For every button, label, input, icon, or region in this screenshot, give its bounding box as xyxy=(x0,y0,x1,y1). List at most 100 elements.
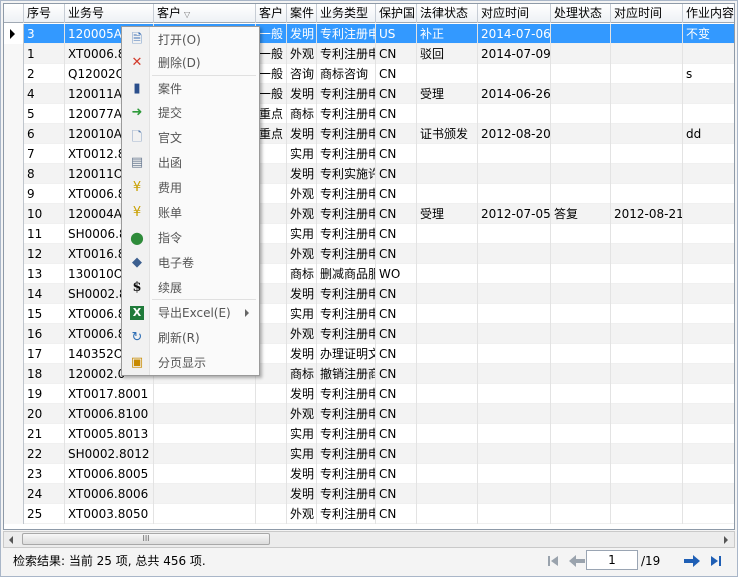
menu-item-case[interactable]: ▮ 案件 xyxy=(124,77,257,101)
cell-customer-level[interactable] xyxy=(256,344,287,364)
table-row[interactable]: 24 XT0006.8006 发明 专利注册申 CN xyxy=(4,484,734,504)
cell-case-type[interactable]: 发明 xyxy=(287,24,317,44)
cell-business-no[interactable]: XT0017.8001 xyxy=(65,384,154,404)
cell-customer-level[interactable] xyxy=(256,384,287,404)
cell-case-type[interactable]: 发明 xyxy=(287,124,317,144)
cell-seq[interactable]: 18 xyxy=(24,364,65,384)
cell-country[interactable]: CN xyxy=(376,204,417,224)
cell-legal-status[interactable] xyxy=(417,104,478,124)
cell-case-type[interactable]: 商标 xyxy=(287,264,317,284)
cell-case-type[interactable]: 外观 xyxy=(287,404,317,424)
cell-customer-level[interactable] xyxy=(256,364,287,384)
cell-seq[interactable]: 10 xyxy=(24,204,65,224)
cell-due-time[interactable] xyxy=(478,344,551,364)
cell-country[interactable]: CN xyxy=(376,124,417,144)
cell-legal-status[interactable] xyxy=(417,264,478,284)
scroll-right-button[interactable] xyxy=(718,532,734,547)
cell-business-type[interactable]: 撤销注册商 xyxy=(317,364,376,384)
cell-customer-level[interactable] xyxy=(256,144,287,164)
row-indicator[interactable] xyxy=(4,404,24,424)
row-indicator[interactable] xyxy=(4,44,24,64)
cell-seq[interactable]: 9 xyxy=(24,184,65,204)
cell-process-status[interactable] xyxy=(551,304,611,324)
cell-case-type[interactable]: 发明 xyxy=(287,484,317,504)
cell-seq[interactable]: 22 xyxy=(24,444,65,464)
cell-business-type[interactable]: 专利注册申 xyxy=(317,504,376,524)
table-row[interactable]: 12 XT0016.8 外观 专利注册申 CN xyxy=(4,244,734,264)
cell-legal-status[interactable] xyxy=(417,344,478,364)
cell-seq[interactable]: 15 xyxy=(24,304,65,324)
cell-business-no[interactable]: XT0003.8050 xyxy=(65,504,154,524)
cell-legal-status[interactable] xyxy=(417,424,478,444)
cell-seq[interactable]: 13 xyxy=(24,264,65,284)
cell-case-type[interactable]: 外观 xyxy=(287,324,317,344)
header-legal-status[interactable]: 法律状态 xyxy=(417,4,478,23)
table-row[interactable]: 1 XT0006.8 一般 外观 专利注册申 CN 驳回 2014-07-09 xyxy=(4,44,734,64)
row-indicator[interactable] xyxy=(4,384,24,404)
table-row[interactable]: 22 SH0002.8012 实用 专利注册申 CN xyxy=(4,444,734,464)
cell-due-time-2[interactable] xyxy=(611,384,683,404)
cell-due-time-2[interactable] xyxy=(611,504,683,524)
cell-process-status[interactable] xyxy=(551,284,611,304)
table-row[interactable]: 13 130010O 商标 删减商品服 WO xyxy=(4,264,734,284)
cell-work-content[interactable] xyxy=(683,304,734,324)
cell-customer-level[interactable] xyxy=(256,164,287,184)
cell-legal-status[interactable] xyxy=(417,504,478,524)
cell-case-type[interactable]: 发明 xyxy=(287,284,317,304)
cell-work-content[interactable] xyxy=(683,364,734,384)
cell-business-type[interactable]: 专利注册申 xyxy=(317,84,376,104)
cell-process-status[interactable] xyxy=(551,44,611,64)
cell-work-content[interactable] xyxy=(683,204,734,224)
cell-country[interactable]: CN xyxy=(376,104,417,124)
header-customer-level[interactable]: 客户 xyxy=(256,4,287,23)
cell-work-content[interactable] xyxy=(683,324,734,344)
cell-seq[interactable]: 6 xyxy=(24,124,65,144)
header-process-status[interactable]: 处理状态 xyxy=(551,4,611,23)
cell-country[interactable]: CN xyxy=(376,464,417,484)
cell-case-type[interactable]: 发明 xyxy=(287,164,317,184)
cell-process-status[interactable] xyxy=(551,444,611,464)
cell-process-status[interactable] xyxy=(551,324,611,344)
cell-customer-level[interactable]: 重点 xyxy=(256,104,287,124)
cell-due-time[interactable] xyxy=(478,64,551,84)
cell-business-type[interactable]: 专利注册申 xyxy=(317,464,376,484)
cell-seq[interactable]: 2 xyxy=(24,64,65,84)
table-row[interactable]: 21 XT0005.8013 实用 专利注册申 CN xyxy=(4,424,734,444)
cell-case-type[interactable]: 咨询 xyxy=(287,64,317,84)
cell-seq[interactable]: 23 xyxy=(24,464,65,484)
cell-legal-status[interactable]: 证书颁发 xyxy=(417,124,478,144)
cell-business-no[interactable]: XT0006.8006 xyxy=(65,484,154,504)
cell-business-no[interactable]: XT0006.8005 xyxy=(65,464,154,484)
cell-seq[interactable]: 3 xyxy=(24,24,65,44)
cell-seq[interactable]: 4 xyxy=(24,84,65,104)
row-indicator[interactable] xyxy=(4,344,24,364)
cell-customer[interactable] xyxy=(154,384,256,404)
table-row[interactable]: 25 XT0003.8050 外观 专利注册申 CN xyxy=(4,504,734,524)
context-menu[interactable]: 🗎 打开(O) ✕ 删除(D) ▮ 案件 ➜ 提交 🗋 官文 ▤ 出函 ¥ 费用 ¥ 账单 ● 指令 ◆ 电子卷 $ 续展… xyxy=(121,26,260,376)
cell-work-content[interactable] xyxy=(683,284,734,304)
cell-business-type[interactable]: 专利注册申 xyxy=(317,424,376,444)
cell-business-type[interactable]: 专利注册申 xyxy=(317,444,376,464)
header-case[interactable]: 案件 xyxy=(287,4,317,23)
row-indicator[interactable] xyxy=(4,484,24,504)
row-indicator[interactable] xyxy=(4,224,24,244)
table-row[interactable]: 9 XT0006.8 外观 专利注册申 CN xyxy=(4,184,734,204)
cell-due-time-2[interactable] xyxy=(611,304,683,324)
cell-legal-status[interactable] xyxy=(417,184,478,204)
cell-legal-status[interactable] xyxy=(417,284,478,304)
cell-country[interactable]: US xyxy=(376,24,417,44)
cell-due-time-2[interactable] xyxy=(611,324,683,344)
cell-seq[interactable]: 7 xyxy=(24,144,65,164)
cell-seq[interactable]: 11 xyxy=(24,224,65,244)
cell-legal-status[interactable]: 补正 xyxy=(417,24,478,44)
cell-seq[interactable]: 21 xyxy=(24,424,65,444)
cell-legal-status[interactable] xyxy=(417,404,478,424)
cell-country[interactable]: CN xyxy=(376,184,417,204)
cell-customer-level[interactable]: 一般 xyxy=(256,24,287,44)
cell-case-type[interactable]: 外观 xyxy=(287,184,317,204)
row-indicator[interactable] xyxy=(4,444,24,464)
first-page-button[interactable] xyxy=(543,552,563,572)
cell-process-status[interactable] xyxy=(551,124,611,144)
cell-seq[interactable]: 1 xyxy=(24,44,65,64)
cell-country[interactable]: CN xyxy=(376,324,417,344)
